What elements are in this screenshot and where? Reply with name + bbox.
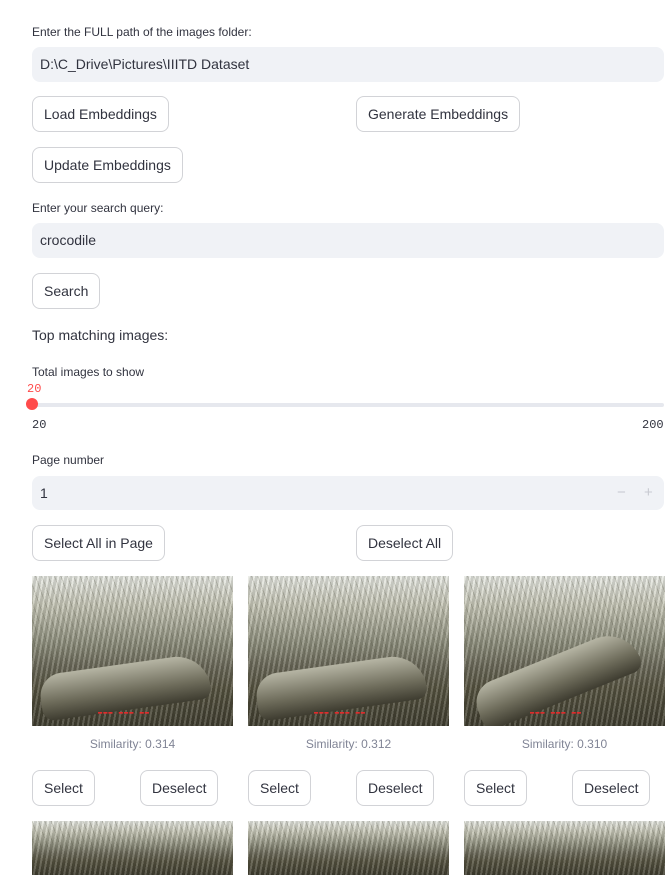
slider-handle[interactable]	[26, 398, 38, 410]
slider-track[interactable]	[32, 403, 664, 407]
generate-embeddings-button[interactable]: Generate Embeddings	[356, 96, 521, 132]
result-image	[464, 821, 665, 875]
timestamp-overlay: ▬▬▬ ▬▬▬ ▬▬	[98, 709, 151, 717]
page-number-value: 1	[40, 485, 48, 501]
update-embeddings-button[interactable]: Update Embeddings	[32, 147, 183, 183]
deselect-button[interactable]: Deselect	[572, 770, 651, 806]
similarity-label: Similarity: 0.312	[305, 737, 392, 751]
select-button[interactable]: Select	[32, 770, 95, 806]
folder-path-input[interactable]: D:\C_Drive\Pictures\IIITD Dataset	[32, 47, 664, 82]
deselect-button[interactable]: Deselect	[140, 770, 219, 806]
slider-label: Total images to show	[32, 365, 145, 379]
search-button[interactable]: Search	[32, 273, 101, 309]
folder-path-label: Enter the FULL path of the images folder…	[32, 25, 252, 39]
select-button[interactable]: Select	[248, 770, 311, 806]
similarity-label: Similarity: 0.310	[521, 737, 608, 751]
result-image: ▬▬▬ ▬▬▬ ▬▬	[32, 576, 233, 726]
slider-max-label: 200	[642, 418, 664, 432]
page-number-input[interactable]: 1 − +	[32, 476, 664, 510]
select-all-in-page-button[interactable]: Select All in Page	[32, 525, 165, 561]
page-number-label: Page number	[32, 453, 105, 467]
load-embeddings-button[interactable]: Load Embeddings	[32, 96, 169, 132]
result-image	[32, 821, 233, 875]
deselect-all-button[interactable]: Deselect All	[356, 525, 454, 561]
timestamp-overlay: ▬▬▬ ▬▬▬ ▬▬	[530, 709, 583, 717]
search-query-label: Enter your search query:	[32, 201, 164, 215]
result-image: ▬▬▬ ▬▬▬ ▬▬	[464, 576, 665, 726]
search-query-input[interactable]: crocodile	[32, 223, 664, 258]
select-button[interactable]: Select	[464, 770, 527, 806]
decrement-button[interactable]: −	[617, 476, 626, 510]
result-image: ▬▬▬ ▬▬▬ ▬▬	[248, 576, 449, 726]
deselect-button[interactable]: Deselect	[356, 770, 435, 806]
result-image	[248, 821, 449, 875]
slider-value: 20	[27, 382, 42, 396]
timestamp-overlay: ▬▬▬ ▬▬▬ ▬▬	[314, 709, 367, 717]
increment-button[interactable]: +	[644, 476, 653, 510]
results-heading: Top matching images:	[32, 327, 169, 343]
slider-min-label: 20	[32, 418, 47, 432]
similarity-label: Similarity: 0.314	[89, 737, 176, 751]
